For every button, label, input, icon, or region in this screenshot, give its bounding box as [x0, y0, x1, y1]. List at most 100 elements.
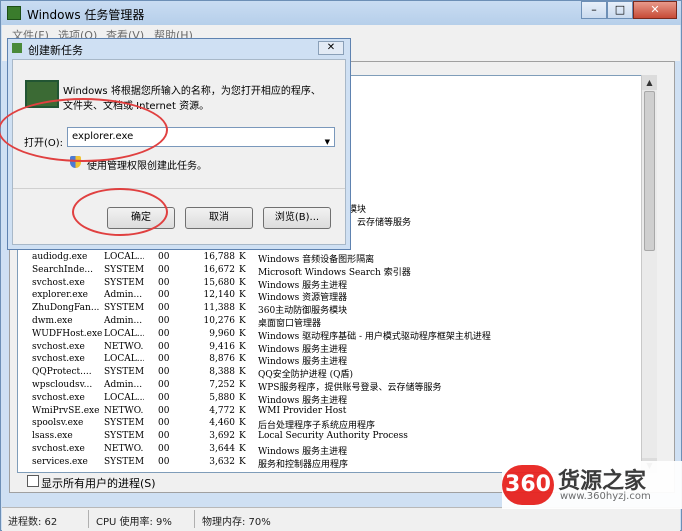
scroll-up-icon[interactable]: ▲	[642, 75, 657, 90]
process-memory-unit: K	[239, 456, 246, 467]
status-process-count: 进程数: 62	[8, 517, 58, 528]
dialog-title: 创建新任务	[28, 44, 83, 57]
process-memory-unit: K	[239, 367, 246, 378]
scroll-thumb[interactable]	[644, 91, 655, 251]
process-cpu: 00	[158, 456, 170, 467]
process-cpu: 00	[158, 354, 170, 365]
open-label: 打开(O):	[24, 138, 64, 149]
process-description: Windows 资源管理器	[258, 293, 348, 304]
process-user-name: Admin...	[104, 380, 143, 390]
dialog-description-1: Windows 将根据您所输入的名称，为您打开相应的程序、	[63, 86, 321, 97]
process-memory-unit: K	[239, 252, 246, 262]
process-row[interactable]: audiodg.exe LOCAL... 00 16,788 K Windows 音频设备…	[18, 252, 648, 265]
process-memory: 12,140	[203, 290, 236, 301]
process-cpu: 00	[158, 367, 170, 378]
process-description: Microsoft Windows Search 索引器	[258, 267, 411, 278]
process-row[interactable]: lsass.exe SYSTEM 00 3,692 K Local Security Au…	[18, 431, 648, 444]
maximize-button[interactable]: □	[607, 1, 633, 19]
process-description: Windows 服务主进程	[258, 357, 348, 368]
process-user-name: SYSTEM	[104, 264, 144, 275]
admin-privilege-note: 使用管理权限创建此任务。	[87, 161, 207, 172]
process-user-name: NETWO...	[104, 444, 144, 454]
process-cpu: 00	[158, 277, 170, 288]
process-row[interactable]: dwm.exe Admin... 00 10,276 K 桌面窗口管理器	[18, 316, 648, 329]
process-user-name: SYSTEM	[104, 431, 144, 442]
process-row[interactable]: spoolsv.exe SYSTEM 00 4,460 K 后台处理程序子系统应用程序	[18, 418, 648, 431]
process-cpu: 00	[158, 303, 170, 314]
process-memory-unit: K	[239, 380, 246, 390]
create-new-task-dialog: 创建新任务 ✕ Windows 将根据您所输入的名称，为您打开相应的程序、 文件…	[7, 38, 351, 250]
process-description: Windows 音频设备图形隔离	[258, 255, 375, 265]
process-memory: 8,876	[209, 354, 235, 365]
process-user-name: SYSTEM	[104, 456, 144, 467]
dropdown-arrow-icon[interactable]: ▼	[325, 133, 330, 151]
process-memory-unit: K	[239, 277, 246, 288]
process-cpu: 00	[158, 431, 170, 442]
process-memory-unit: K	[239, 264, 246, 275]
process-row[interactable]: svchost.exe SYSTEM 00 15,680 K Windows 服务主进程	[18, 278, 648, 291]
process-description: 360主动防御服务模块	[258, 306, 348, 317]
process-memory: 9,416	[209, 341, 235, 352]
cancel-button[interactable]: 取消	[185, 207, 253, 229]
process-row[interactable]: WmiPrvSE.exeNETWO...004,772KWMI Provider…	[18, 406, 648, 419]
process-memory-unit: K	[239, 341, 246, 352]
process-description: 后台处理程序子系统应用程序	[258, 421, 376, 432]
process-cpu: 00	[158, 405, 170, 416]
uac-shield-icon	[70, 156, 81, 168]
process-description: QQ安全防护进程 (Q盾)	[258, 370, 354, 381]
process-row[interactable]: ZhuDongFan... SYSTEM 00 11,388 K 360主动防御服务模块	[18, 303, 648, 316]
process-memory: 11,388	[203, 303, 236, 314]
process-description: WPS服务程序，提供账号登录、云存储等服务	[258, 383, 442, 393]
minimize-button[interactable]: –	[581, 1, 607, 19]
process-memory: 7,252	[209, 380, 235, 390]
browse-button[interactable]: 浏览(B)...	[263, 207, 331, 229]
show-all-users-label: 显示所有用户的进程(S)	[41, 477, 156, 490]
process-cpu: 00	[158, 264, 170, 275]
process-description: Windows 服务主进程	[258, 280, 348, 291]
process-description: 桌面窗口管理器	[258, 319, 322, 329]
open-command-input[interactable]: explorer.exe ▼	[67, 127, 335, 147]
process-description: Windows 服务主进程	[258, 344, 348, 355]
process-description: WMI Provider Host	[258, 405, 347, 416]
process-memory: 4,772	[209, 405, 235, 416]
window-controls: – □ ✕	[581, 1, 677, 19]
process-row[interactable]: WUDFHost.exe LOCAL... 00 9,960 K Windows 驱动程序…	[18, 329, 648, 342]
show-all-users-checkbox[interactable]	[27, 475, 39, 487]
process-user-name: SYSTEM	[104, 367, 144, 378]
open-command-value: explorer.exe	[72, 131, 134, 142]
dialog-description-2: 文件夹、文档或 Internet 资源。	[63, 101, 210, 112]
process-memory: 3,632	[209, 456, 235, 467]
process-user-name: NETWO...	[104, 405, 144, 416]
process-cpu: 00	[158, 316, 170, 326]
watermark-logo: 360	[502, 465, 554, 505]
status-physical-memory: 物理内存: 70%	[202, 517, 271, 528]
peek-text-2: 、云存储等服务	[348, 218, 412, 228]
process-memory-unit: K	[239, 290, 246, 301]
dialog-body: Windows 将根据您所输入的名称，为您打开相应的程序、 文件夹、文档或 In…	[12, 59, 346, 245]
process-memory-unit: K	[239, 392, 246, 403]
process-memory-unit: K	[239, 431, 246, 442]
process-row[interactable]: svchost.exeNETWO...003,644KWindows 服务主进程	[18, 444, 648, 457]
process-row[interactable]: QQProtect.... SYSTEM 00 8,388 K QQ安全防护进程 (Q盾)	[18, 367, 648, 380]
process-memory: 15,680	[203, 277, 236, 288]
process-cpu: 00	[158, 290, 170, 301]
process-row[interactable]: svchost.exe LOCAL... 00 5,880 K Windows 服务主进程	[18, 393, 648, 406]
process-description: Windows 服务主进程	[258, 447, 348, 457]
vertical-scrollbar[interactable]: ▲ ▼	[641, 75, 657, 473]
title-bar: Windows 任务管理器 – □ ✕	[1, 1, 681, 25]
process-memory: 4,460	[209, 418, 235, 429]
process-memory-unit: K	[239, 444, 246, 454]
process-user-name: LOCAL...	[104, 328, 144, 339]
dialog-close-button[interactable]: ✕	[318, 41, 344, 55]
process-row[interactable]: SearchInde... SYSTEM 00 16,672 K Microsoft Wi…	[18, 265, 648, 278]
process-row[interactable]: svchost.exe LOCAL... 00 8,876 K Windows 服务主进程	[18, 354, 648, 367]
process-row[interactable]: svchost.exeNETWO...009,416KWindows 服务主进程	[18, 342, 648, 355]
close-button[interactable]: ✕	[633, 1, 677, 19]
process-row[interactable]: wpscloudsv... Admin... 00 7,252 K WPS服务程序，提供账…	[18, 380, 648, 393]
process-memory-unit: K	[239, 418, 246, 429]
process-memory-unit: K	[239, 328, 246, 339]
process-user-name: SYSTEM	[104, 303, 144, 314]
process-row[interactable]: explorer.exe Admin... 00 12,140 K Windows 资源管…	[18, 290, 648, 303]
process-user-name: SYSTEM	[104, 277, 144, 288]
ok-button[interactable]: 确定	[107, 207, 175, 229]
